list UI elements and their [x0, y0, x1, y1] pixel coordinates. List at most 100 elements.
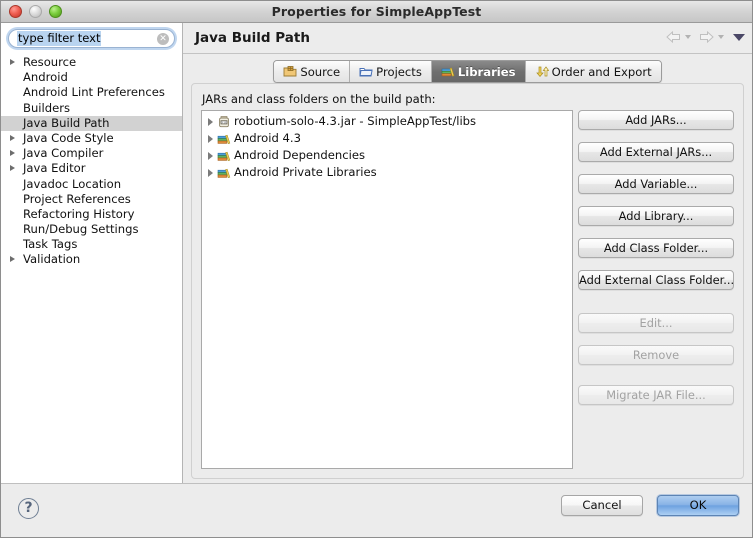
- entry-label: Android 4.3: [234, 131, 301, 145]
- table-row[interactable]: Android 4.3: [202, 130, 572, 147]
- build-path-actions: Add JARs... Add External JARs... Add Var…: [578, 110, 734, 417]
- tab-projects[interactable]: Projects: [350, 61, 432, 82]
- sidebar-item-label: Task Tags: [23, 237, 77, 251]
- remove-button: Remove: [578, 345, 734, 365]
- source-folder-icon: [283, 65, 297, 78]
- tab-order-and-export[interactable]: Order and Export: [526, 61, 661, 82]
- dialog-footer: ? Cancel OK: [1, 483, 752, 537]
- table-row[interactable]: Android Private Libraries: [202, 164, 572, 181]
- sidebar-item-android-lint-preferences[interactable]: Android Lint Preferences: [1, 85, 182, 100]
- group-label: JARs and class folders on the build path…: [202, 92, 436, 106]
- dialog-body: type filter text ✕ Resource Android Andr…: [1, 23, 752, 484]
- add-jars-button[interactable]: Add JARs...: [578, 110, 734, 130]
- chevron-right-icon[interactable]: [208, 135, 213, 143]
- add-external-class-folder-button[interactable]: Add External Class Folder...: [578, 270, 734, 290]
- library-icon: [217, 132, 231, 146]
- search-input[interactable]: type filter text ✕: [8, 29, 175, 48]
- chevron-right-icon[interactable]: [208, 152, 213, 160]
- chevron-right-icon[interactable]: [10, 150, 15, 156]
- sidebar-item-task-tags[interactable]: Task Tags: [1, 237, 182, 252]
- entry-label: robotium-solo-4.3.jar - SimpleAppTest/li…: [234, 114, 476, 128]
- sidebar-item-label: Java Editor: [23, 161, 86, 175]
- entry-label: Android Private Libraries: [234, 165, 377, 179]
- sidebar-item-javadoc-location[interactable]: Javadoc Location: [1, 177, 182, 192]
- help-button[interactable]: ?: [18, 498, 39, 519]
- sidebar-item-java-code-style[interactable]: Java Code Style: [1, 131, 182, 146]
- sidebar-item-java-editor[interactable]: Java Editor: [1, 161, 182, 176]
- header-navigation: [665, 30, 745, 44]
- edit-button: Edit...: [578, 313, 734, 333]
- tab-label: Source: [300, 65, 340, 79]
- jar-icon: 010: [217, 115, 231, 129]
- chevron-right-icon[interactable]: [10, 59, 15, 65]
- library-icon: [217, 149, 231, 163]
- tab-source[interactable]: Source: [274, 61, 350, 82]
- tab-libraries[interactable]: Libraries: [432, 61, 526, 82]
- filter-input-value: type filter text: [17, 31, 101, 46]
- filter-container: type filter text ✕: [1, 23, 182, 52]
- add-class-folder-button[interactable]: Add Class Folder...: [578, 238, 734, 258]
- build-path-group: JARs and class folders on the build path…: [191, 83, 744, 479]
- window-title: Properties for SimpleAppTest: [1, 4, 752, 19]
- sidebar-item-label: Resource: [23, 55, 76, 69]
- footer-actions: Cancel OK: [561, 495, 739, 516]
- add-external-jars-button[interactable]: Add External JARs...: [578, 142, 734, 162]
- migrate-jar-file-button: Migrate JAR File...: [578, 385, 734, 405]
- sidebar-item-label: Android: [23, 70, 68, 84]
- settings-tree: Resource Android Android Lint Preference…: [1, 52, 182, 268]
- svg-text:010: 010: [221, 121, 227, 125]
- sidebar-item-label: Validation: [23, 252, 80, 266]
- ok-button[interactable]: OK: [657, 495, 739, 516]
- entry-label: Android Dependencies: [234, 148, 365, 162]
- arrow-left-icon[interactable]: [665, 30, 682, 44]
- library-icon: [217, 166, 231, 180]
- sidebar-item-resource[interactable]: Resource: [1, 55, 182, 70]
- add-library-button[interactable]: Add Library...: [578, 206, 734, 226]
- table-row[interactable]: Android Dependencies: [202, 147, 572, 164]
- sidebar-item-label: Project References: [23, 192, 131, 206]
- sidebar-item-java-build-path[interactable]: Java Build Path: [1, 116, 182, 131]
- chevron-right-icon[interactable]: [208, 118, 213, 126]
- chevron-down-icon[interactable]: [685, 35, 691, 39]
- properties-dialog: Properties for SimpleAppTest type filter…: [0, 0, 753, 538]
- sidebar-item-label: Java Build Path: [23, 116, 109, 130]
- sidebar-item-label: Refactoring History: [23, 207, 135, 221]
- arrow-right-icon[interactable]: [698, 30, 715, 44]
- sidebar-item-run-debug-settings[interactable]: Run/Debug Settings: [1, 222, 182, 237]
- chevron-right-icon[interactable]: [10, 256, 15, 262]
- title-bar: Properties for SimpleAppTest: [1, 1, 752, 23]
- tab-group: Source Projects: [273, 60, 661, 83]
- tab-label: Libraries: [458, 65, 516, 79]
- clear-icon[interactable]: ✕: [157, 33, 169, 45]
- build-path-list[interactable]: 010 robotium-solo-4.3.jar - SimpleAppTes…: [201, 110, 573, 469]
- table-row[interactable]: 010 robotium-solo-4.3.jar - SimpleAppTes…: [202, 113, 572, 130]
- sidebar-item-project-references[interactable]: Project References: [1, 192, 182, 207]
- tab-label: Projects: [376, 65, 422, 79]
- order-export-arrows-icon: [535, 65, 549, 78]
- cancel-button[interactable]: Cancel: [561, 495, 643, 516]
- chevron-right-icon[interactable]: [10, 135, 15, 141]
- sidebar-item-java-compiler[interactable]: Java Compiler: [1, 146, 182, 161]
- content-pane: Java Build Path: [183, 23, 752, 484]
- settings-sidebar: type filter text ✕ Resource Android Andr…: [1, 23, 183, 484]
- content-header: Java Build Path: [183, 23, 752, 54]
- chevron-right-icon[interactable]: [208, 169, 213, 177]
- sidebar-item-label: Run/Debug Settings: [23, 222, 139, 236]
- sidebar-item-builders[interactable]: Builders: [1, 101, 182, 116]
- projects-folder-icon: [359, 65, 373, 78]
- sidebar-item-label: Android Lint Preferences: [23, 85, 165, 99]
- sidebar-item-label: Java Code Style: [23, 131, 114, 145]
- chevron-right-icon[interactable]: [10, 165, 15, 171]
- sidebar-item-label: Java Compiler: [23, 146, 103, 160]
- sidebar-item-validation[interactable]: Validation: [1, 252, 182, 267]
- libraries-books-icon: [441, 65, 455, 78]
- sidebar-item-label: Builders: [23, 101, 70, 115]
- sidebar-item-refactoring-history[interactable]: Refactoring History: [1, 207, 182, 222]
- triangle-down-icon[interactable]: [733, 34, 745, 41]
- sidebar-item-label: Javadoc Location: [23, 177, 121, 191]
- add-variable-button[interactable]: Add Variable...: [578, 174, 734, 194]
- page-title: Java Build Path: [195, 30, 310, 46]
- tab-bar: Source Projects: [183, 60, 752, 83]
- sidebar-item-android[interactable]: Android: [1, 70, 182, 85]
- chevron-down-icon[interactable]: [718, 35, 724, 39]
